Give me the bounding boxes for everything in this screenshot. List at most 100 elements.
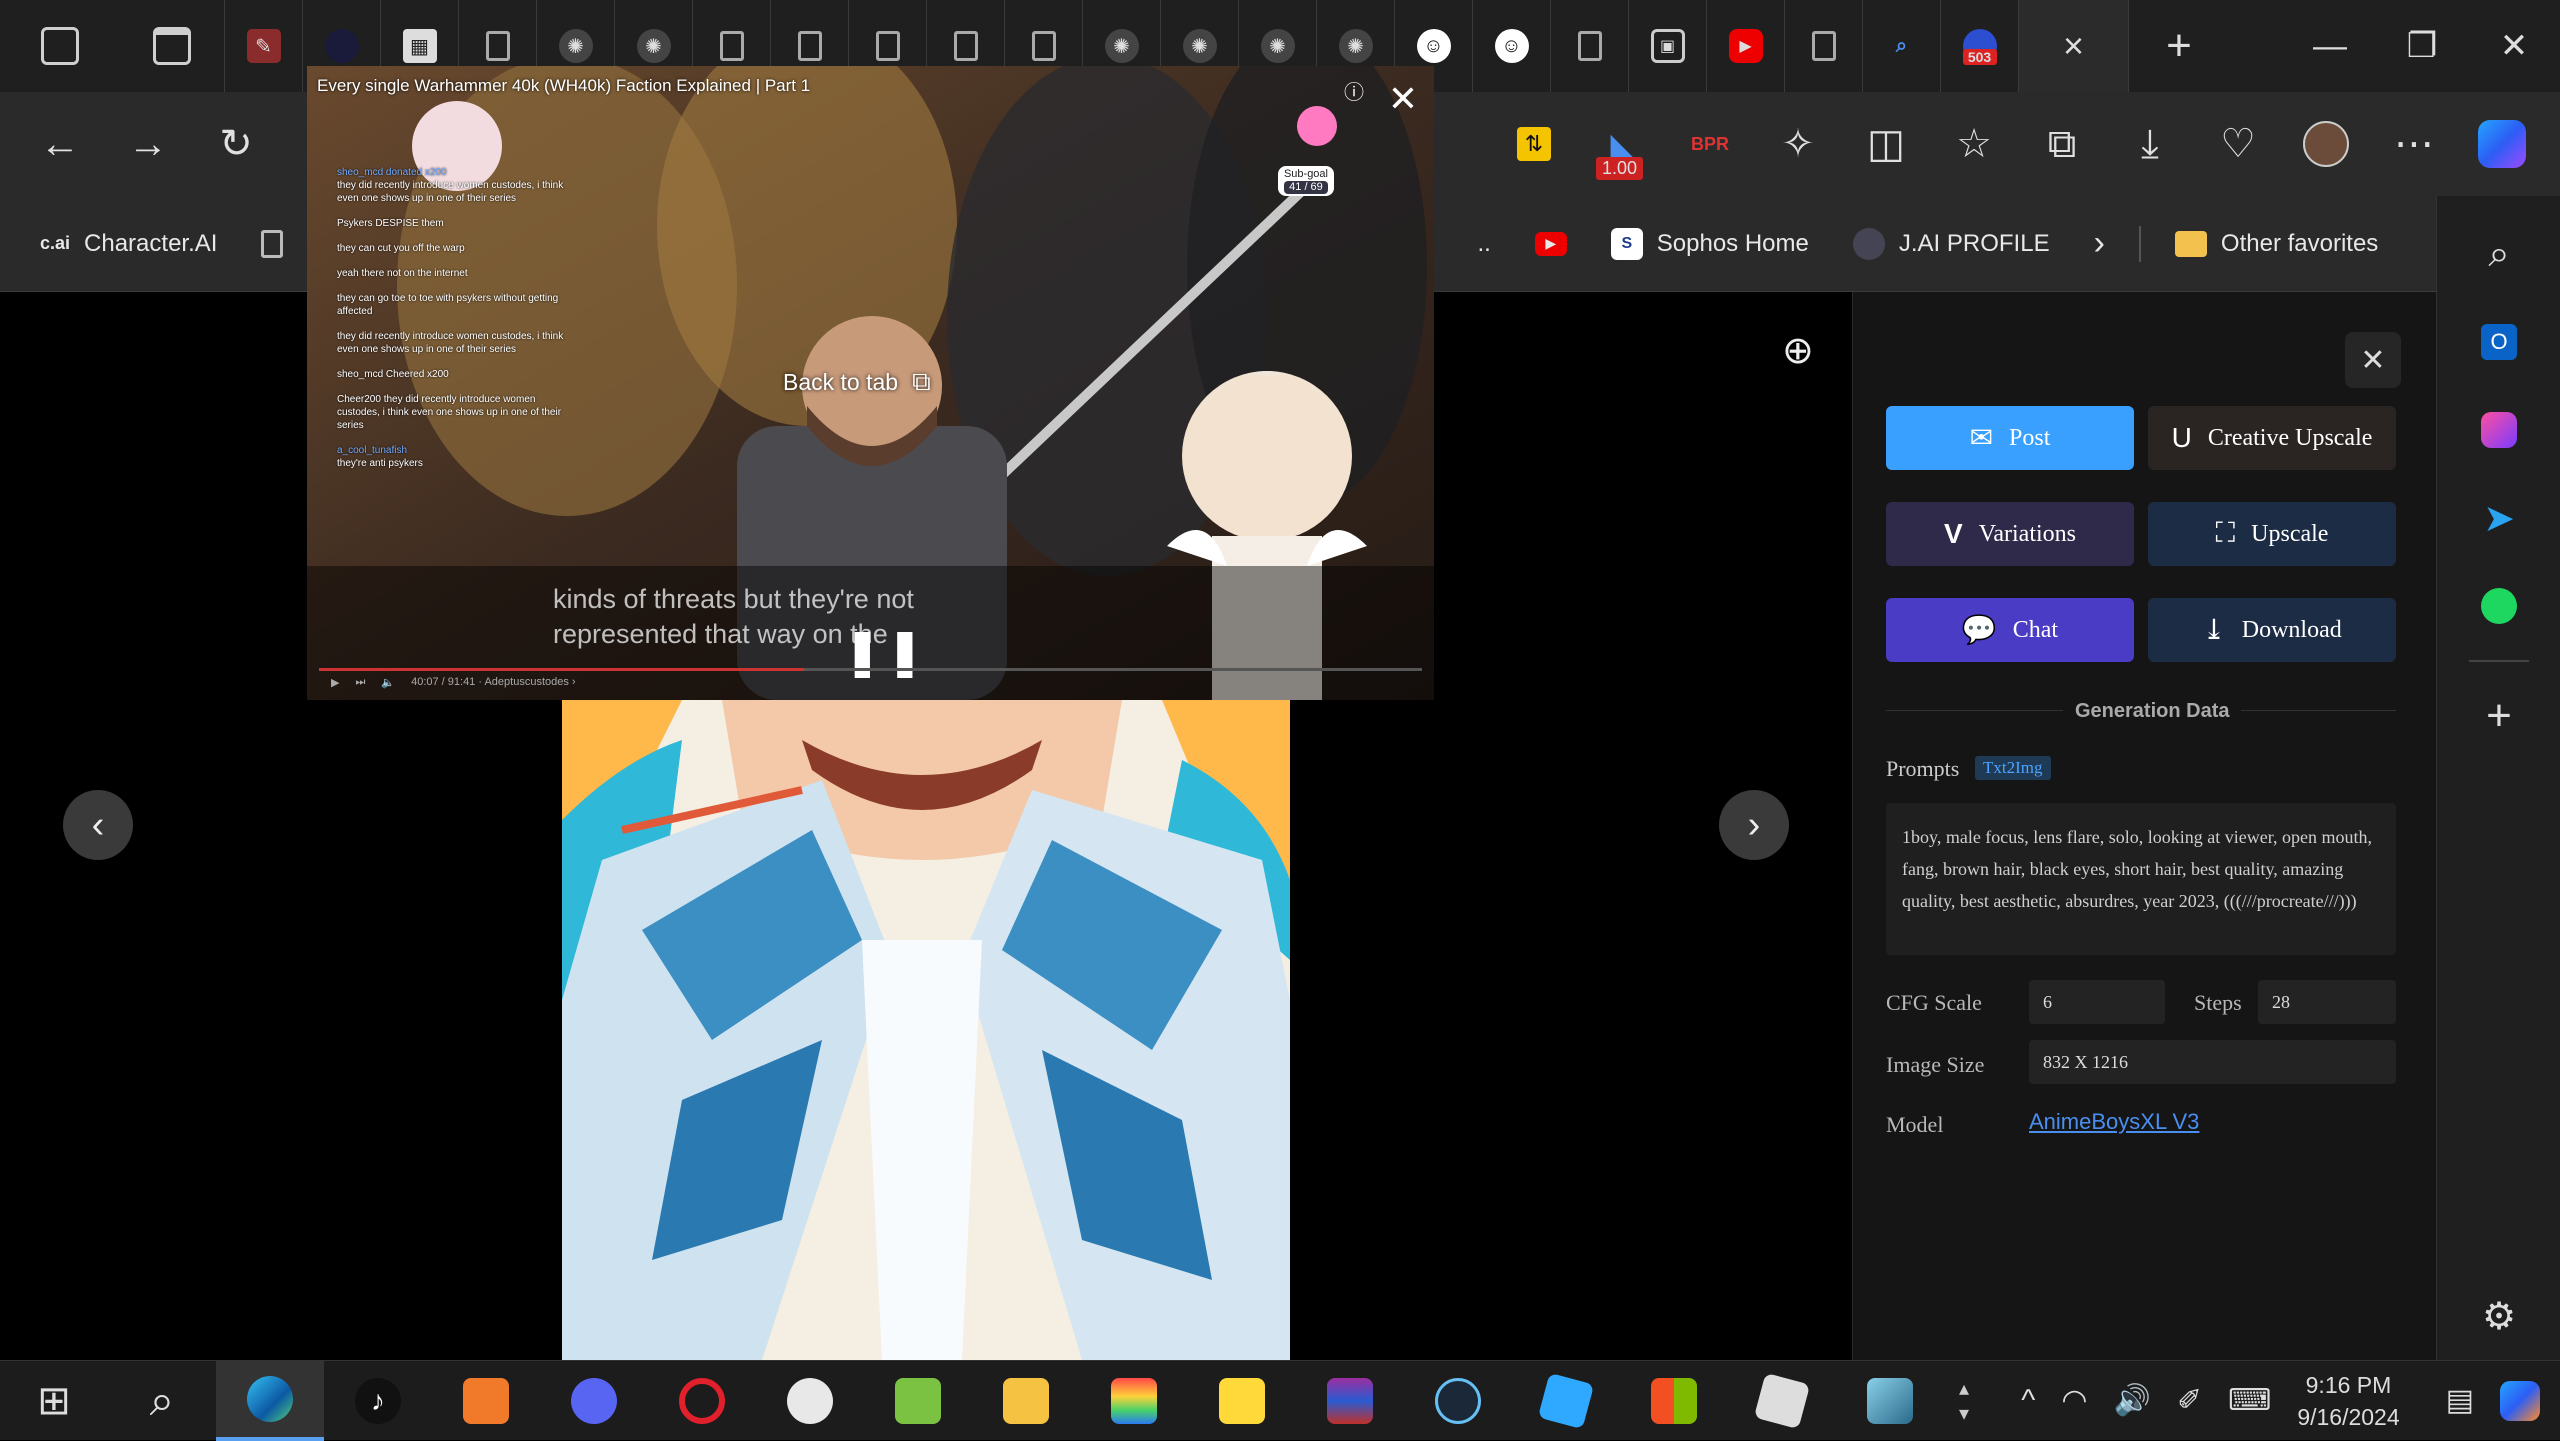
info-icon[interactable]: ⓘ xyxy=(1344,76,1364,105)
bpr-extension-button[interactable]: BPR xyxy=(1666,92,1754,196)
back-to-tab-button[interactable]: Back to tab ⧉ xyxy=(783,366,931,398)
tab-21[interactable] xyxy=(1785,0,1863,92)
extension-badge-button[interactable]: ◣ 1.00 xyxy=(1578,92,1666,196)
browser-essentials-icon[interactable]: ♡ xyxy=(2194,92,2282,196)
taskbar-roblox-studio[interactable] xyxy=(1512,1361,1620,1441)
favorite-youtube[interactable]: ▶ xyxy=(1513,231,1589,256)
favorites-star-icon[interactable]: ☆ xyxy=(1930,92,2018,196)
back-icon[interactable]: ← xyxy=(16,92,104,196)
show-hidden-icons[interactable]: ^ xyxy=(2021,1384,2035,1418)
taskbar-file-explorer[interactable] xyxy=(972,1361,1080,1441)
tab-17[interactable]: ☺ xyxy=(1473,0,1551,92)
designer-icon[interactable] xyxy=(2437,386,2560,474)
start-button[interactable]: ⊞ xyxy=(0,1361,108,1441)
sidebar-settings-icon[interactable]: ⚙ xyxy=(2437,1272,2560,1360)
taskbar-search-button[interactable]: ⌕ xyxy=(108,1361,216,1441)
tab-actions-button[interactable] xyxy=(120,0,225,92)
post-button[interactable]: ✉ Post xyxy=(1886,406,2134,470)
pen-icon[interactable]: ✐ xyxy=(2177,1383,2202,1418)
copilot-taskbar-icon[interactable] xyxy=(2500,1380,2540,1421)
more-menu-icon[interactable]: ⋯ xyxy=(2370,92,2458,196)
close-icon: ✕ xyxy=(2360,343,2386,377)
taskbar-discord[interactable] xyxy=(540,1361,648,1441)
tab-19[interactable]: ▣ xyxy=(1629,0,1707,92)
favorite-label: Character.AI xyxy=(84,229,218,257)
favorites-overflow-chevron[interactable]: › xyxy=(2072,224,2127,263)
taskbar-app-orange[interactable] xyxy=(432,1361,540,1441)
video-progress-track[interactable] xyxy=(319,668,1422,671)
other-favorites-folder[interactable]: Other favorites xyxy=(2153,230,2400,258)
tab-active[interactable]: × xyxy=(2019,0,2129,92)
creative-upscale-button[interactable]: U Creative Upscale xyxy=(2148,406,2396,470)
taskbar-sticky-notes[interactable] xyxy=(1188,1361,1296,1441)
chevron-up-icon: ▴ xyxy=(1958,1377,1970,1400)
profile-avatar[interactable] xyxy=(2282,92,2370,196)
tab-20[interactable]: ▶ xyxy=(1707,0,1785,92)
extensions-puzzle-icon[interactable]: ✧ xyxy=(1754,92,1842,196)
favorite-sophos[interactable]: S Sophos Home xyxy=(1589,227,1831,260)
edge-sidebar: ⌕ O ➤ + ⚙ xyxy=(2436,196,2560,1360)
taskbar-app-blue[interactable] xyxy=(1836,1361,1944,1441)
taskbar-opera[interactable] xyxy=(648,1361,756,1441)
restore-button[interactable]: ❐ xyxy=(2376,0,2468,92)
workspaces-button[interactable] xyxy=(0,0,120,92)
picture-in-picture-video[interactable]: Every single Warhammer 40k (WH40k) Facti… xyxy=(307,66,1434,700)
new-tab-button[interactable]: + xyxy=(2129,0,2229,92)
taskbar-notepad[interactable] xyxy=(864,1361,972,1441)
telegram-icon[interactable]: ➤ xyxy=(2437,474,2560,562)
play-icon[interactable]: ▶ xyxy=(331,676,339,689)
taskbar-steam[interactable] xyxy=(1404,1361,1512,1441)
minimize-button[interactable]: — xyxy=(2284,0,2376,92)
chat-button[interactable]: 💬 Chat xyxy=(1886,598,2134,662)
taskbar-winrar[interactable] xyxy=(1296,1361,1404,1441)
next-image-button[interactable]: › xyxy=(1719,790,1789,860)
tab-18[interactable] xyxy=(1551,0,1629,92)
keyboard-icon[interactable]: ⌨ xyxy=(2228,1383,2271,1418)
download-button[interactable]: ⤓ Download xyxy=(2148,598,2396,662)
taskbar-microsoft-store[interactable] xyxy=(1620,1361,1728,1441)
copilot-icon[interactable] xyxy=(2458,92,2546,196)
spotify-icon[interactable] xyxy=(2437,562,2560,650)
close-panel-button[interactable]: ✕ xyxy=(2345,332,2401,388)
favorite-jai-profile[interactable]: J.AI PROFILE xyxy=(1831,227,2072,260)
chat-text: they did recently introduce women custod… xyxy=(337,180,564,204)
notifications-icon[interactable]: ▤ xyxy=(2446,1383,2474,1418)
next-icon[interactable]: ⏭ xyxy=(355,676,365,689)
favorite-characterai[interactable]: c.ai Character.AI xyxy=(0,230,239,258)
split-screen-icon[interactable]: ◫ xyxy=(1842,92,1930,196)
favorites-ellipsis[interactable]: .. xyxy=(1455,230,1512,258)
tab-1[interactable]: ✎ xyxy=(225,0,303,92)
model-link[interactable]: AnimeBoysXL V3 xyxy=(2029,1109,2199,1135)
close-window-button[interactable]: ✕ xyxy=(2468,0,2560,92)
refresh-icon[interactable]: ↻ xyxy=(192,92,280,196)
tab-badge: 503 xyxy=(1962,49,1997,65)
forward-icon[interactable]: → xyxy=(104,92,192,196)
taskbar-bluestacks[interactable] xyxy=(1080,1361,1188,1441)
taskbar-edge[interactable] xyxy=(216,1360,324,1441)
close-tab-icon[interactable]: × xyxy=(2063,25,2084,67)
tab-22[interactable]: ⌕ xyxy=(1863,0,1941,92)
chat-text: they can go toe to toe with psykers with… xyxy=(337,293,559,317)
volume-icon[interactable]: 🔈 xyxy=(381,676,395,689)
close-pip-button[interactable]: ✕ xyxy=(1388,78,1418,120)
favorite-page[interactable] xyxy=(239,229,305,258)
zoom-in-icon[interactable]: ⊕ xyxy=(1782,328,1814,373)
upscale-button[interactable]: ⛶ Upscale xyxy=(2148,502,2396,566)
volume-icon[interactable]: 🔊 xyxy=(2114,1383,2151,1418)
outlook-icon[interactable]: O xyxy=(2437,298,2560,386)
clock[interactable]: 9:16 PM 9/16/2024 xyxy=(2297,1369,2399,1433)
variations-button[interactable]: V Variations xyxy=(1886,502,2134,566)
video-controls-row: ▶ ⏭ 🔈 40:07 / 91:41 · Adeptuscustodes › xyxy=(331,676,576,689)
extension-icon[interactable]: ⇅ xyxy=(1490,92,1578,196)
download-icon[interactable]: ⤓ xyxy=(2106,92,2194,196)
taskbar-tiktok[interactable]: ♪ xyxy=(324,1361,432,1441)
tab-23[interactable]: 503 xyxy=(1941,0,2019,92)
taskbar-roblox[interactable] xyxy=(1728,1361,1836,1441)
taskbar-scroll[interactable]: ▴ ▾ xyxy=(1944,1361,1984,1441)
wifi-icon[interactable]: ◠ xyxy=(2061,1383,2087,1418)
previous-image-button[interactable]: ‹ xyxy=(63,790,133,860)
taskbar-paint[interactable] xyxy=(756,1361,864,1441)
search-icon[interactable]: ⌕ xyxy=(2437,210,2560,298)
add-sidebar-app-icon[interactable]: + xyxy=(2437,672,2560,760)
collections-icon[interactable]: ⧉ xyxy=(2018,92,2106,196)
